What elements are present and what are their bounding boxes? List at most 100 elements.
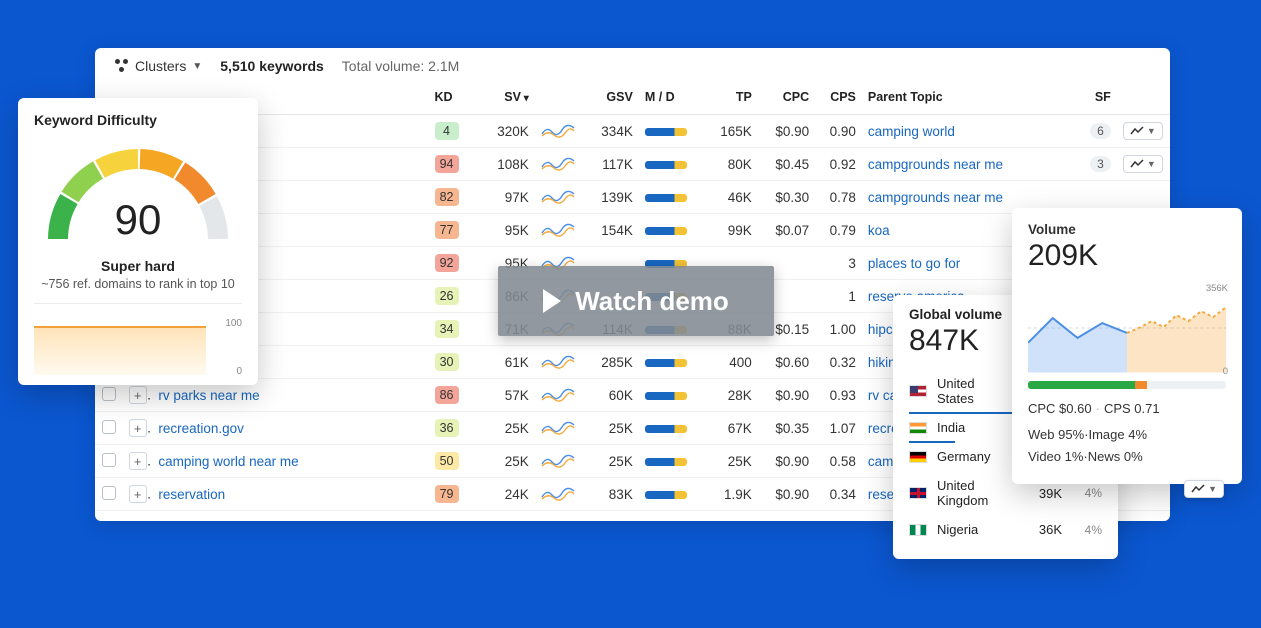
cpc-cell: $0.60 <box>758 346 815 379</box>
country-row[interactable]: Nigeria 36K 4% <box>909 516 1102 539</box>
keyword-link[interactable]: rv parks near me <box>158 388 259 403</box>
gsv-cell: 139K <box>581 181 638 214</box>
vol-axis-low: 0 <box>1223 366 1228 377</box>
kd-axis-low: 0 <box>236 366 242 377</box>
keyword-difficulty-popover: Keyword Difficulty 90 Super hard ~756 re… <box>18 98 258 385</box>
tp-cell: 28K <box>698 379 757 412</box>
keyword-link[interactable]: reservation <box>158 487 225 502</box>
cps-cell: 0.90 <box>815 115 862 148</box>
flag-icon <box>909 422 927 434</box>
clusters-dropdown[interactable]: Clusters ▼ <box>115 58 202 74</box>
sparkline <box>535 115 582 148</box>
md-cell <box>639 445 698 478</box>
vol-value: 209K <box>1028 239 1226 273</box>
gsv-cell: 154K <box>581 214 638 247</box>
kd-badge: 50 <box>435 452 459 470</box>
kd-badge: 30 <box>435 353 459 371</box>
keyword-link[interactable]: recreation.gov <box>158 421 244 436</box>
gsv-cell: 285K <box>581 346 638 379</box>
watch-demo-button[interactable]: Watch demo <box>498 266 774 336</box>
parent-topic-link[interactable]: campgrounds near me <box>868 157 1003 172</box>
row-checkbox[interactable] <box>102 387 116 401</box>
parent-topic-link[interactable]: koa <box>868 223 890 238</box>
cpc-cell: $0.90 <box>758 115 815 148</box>
sv-cell: 97K <box>471 181 535 214</box>
parent-topic-link[interactable]: camping world <box>868 124 955 139</box>
md-cell <box>639 379 698 412</box>
row-checkbox[interactable] <box>102 486 116 500</box>
keyword-link[interactable]: camping world near me <box>158 454 298 469</box>
trend-icon <box>1191 484 1205 494</box>
cpc-cell: $0.30 <box>758 181 815 214</box>
kd-badge: 77 <box>435 221 459 239</box>
kd-title: Keyword Difficulty <box>34 112 242 128</box>
country-name: Nigeria <box>937 522 1010 537</box>
toolbar: Clusters ▼ 5,510 keywords Total volume: … <box>95 48 1170 86</box>
md-cell <box>639 148 698 181</box>
expand-button[interactable]: + <box>129 419 147 437</box>
keywords-count: 5,510 keywords <box>220 58 324 74</box>
col-tp[interactable]: TP <box>698 86 757 115</box>
row-checkbox[interactable] <box>102 453 116 467</box>
sv-cell: 57K <box>471 379 535 412</box>
tp-cell: 400 <box>698 346 757 379</box>
country-pct: 4% <box>1072 523 1102 537</box>
md-cell <box>639 412 698 445</box>
cps-cell: 0.79 <box>815 214 862 247</box>
col-cps[interactable]: CPS <box>815 86 862 115</box>
country-pct: 4% <box>1072 486 1102 500</box>
kd-badge: 92 <box>435 254 459 272</box>
tp-cell: 25K <box>698 445 757 478</box>
cps-cell: 1 <box>815 280 862 313</box>
cps-cell: 0.78 <box>815 181 862 214</box>
tp-cell: 80K <box>698 148 757 181</box>
sparkline <box>535 478 582 511</box>
clusters-label: Clusters <box>135 58 186 74</box>
country-name: India <box>937 420 1010 435</box>
clusters-icon <box>115 59 129 73</box>
col-sv[interactable]: SV ▾ <box>471 86 535 115</box>
sparkline <box>535 346 582 379</box>
expand-button[interactable]: + <box>129 452 147 470</box>
parent-topic-link[interactable]: campgrounds near me <box>868 190 1003 205</box>
col-md[interactable]: M / D <box>639 86 698 115</box>
col-parent[interactable]: Parent Topic <box>862 86 1074 115</box>
sparkline <box>535 379 582 412</box>
md-cell <box>639 181 698 214</box>
flag-icon <box>909 385 927 397</box>
col-cpc[interactable]: CPC <box>758 86 815 115</box>
chevron-down-icon: ▼ <box>1208 484 1217 494</box>
watch-demo-label: Watch demo <box>575 286 729 317</box>
vol-title: Volume <box>1028 222 1226 237</box>
col-kd[interactable]: KD <box>429 86 471 115</box>
row-checkbox[interactable] <box>102 420 116 434</box>
kd-axis-high: 100 <box>225 318 242 329</box>
play-icon <box>543 289 561 313</box>
sparkline <box>535 445 582 478</box>
gsv-cell: 334K <box>581 115 638 148</box>
md-cell <box>639 346 698 379</box>
cps-cell: 1.00 <box>815 313 862 346</box>
tp-cell: 165K <box>698 115 757 148</box>
country-name: United Kingdom <box>937 478 1010 508</box>
sv-cell: 25K <box>471 412 535 445</box>
trend-dropdown[interactable]: ▼ <box>1123 155 1163 173</box>
tp-cell: 1.9K <box>698 478 757 511</box>
kd-badge: 4 <box>435 122 459 140</box>
chevron-down-icon: ▼ <box>1147 159 1156 169</box>
col-gsv[interactable]: GSV <box>581 86 638 115</box>
vol-cpc-cps: CPC $0.60·CPS 0.71 <box>1028 401 1226 416</box>
sparkline <box>535 148 582 181</box>
expand-button[interactable]: + <box>129 485 147 503</box>
kd-badge: 86 <box>435 386 459 404</box>
kd-score: 90 <box>43 196 233 244</box>
cps-cell: 0.58 <box>815 445 862 478</box>
trend-dropdown[interactable]: ▼ <box>1123 122 1163 140</box>
parent-topic-link[interactable]: places to go for <box>868 256 960 271</box>
expand-button[interactable]: + <box>129 386 147 404</box>
col-sf[interactable]: SF <box>1074 86 1116 115</box>
tp-cell: 67K <box>698 412 757 445</box>
kd-badge: 79 <box>435 485 459 503</box>
sv-cell: 25K <box>471 445 535 478</box>
trend-dropdown[interactable]: ▼ <box>1184 480 1224 498</box>
